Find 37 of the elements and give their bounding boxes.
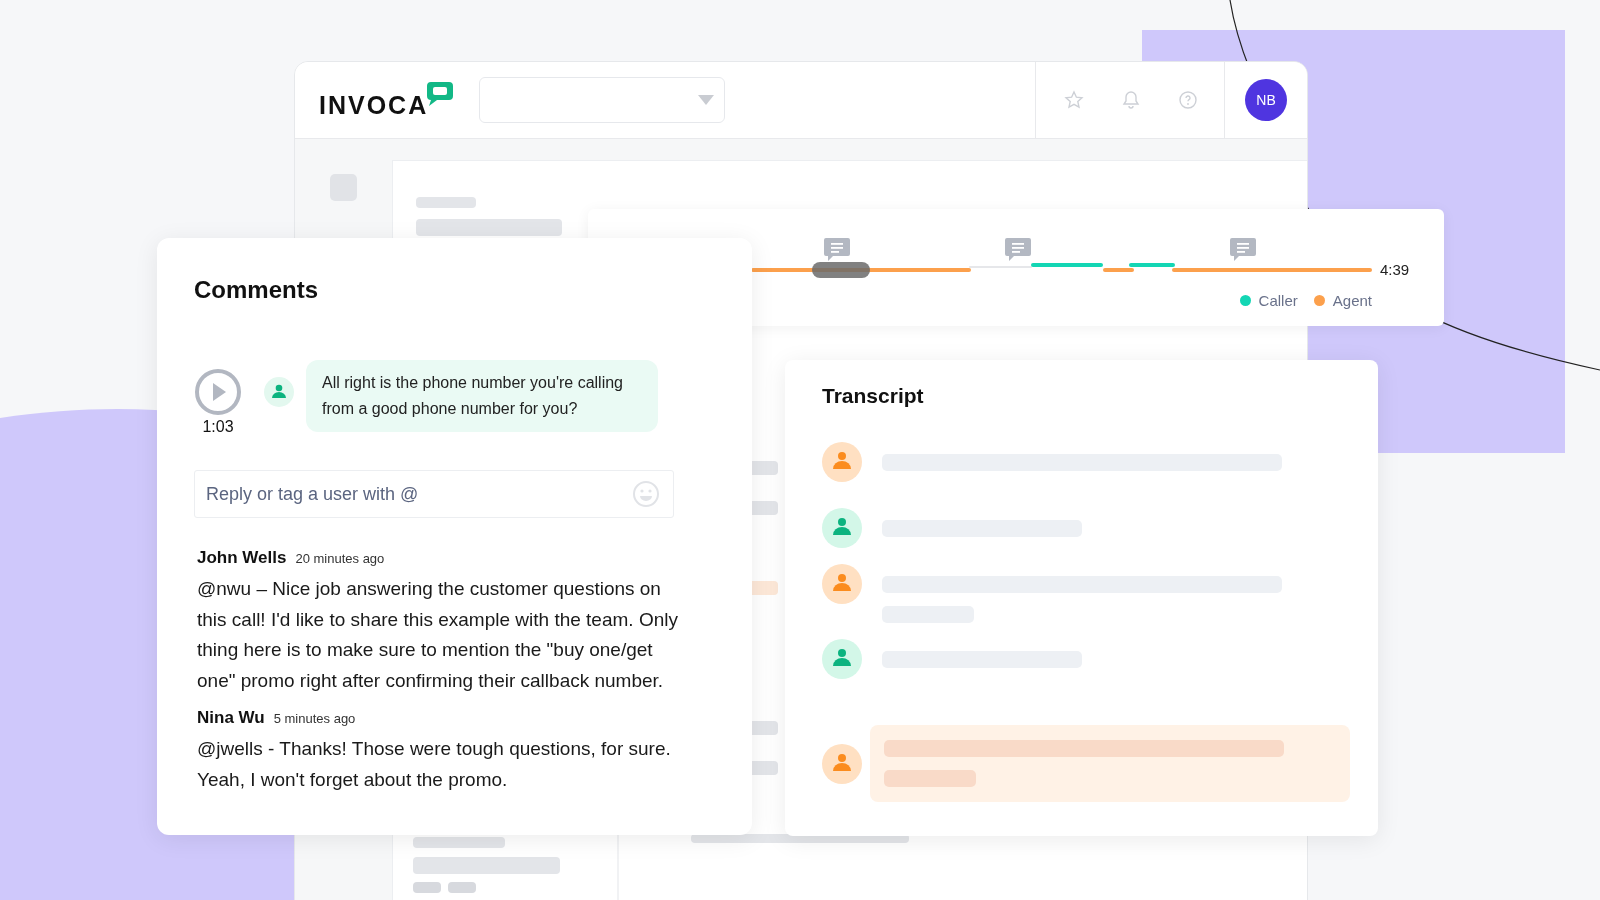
legend-label: Caller — [1258, 292, 1298, 309]
legend-label: Agent — [1332, 292, 1372, 309]
bell-icon[interactable] — [1122, 90, 1140, 110]
comment-author: John Wells — [197, 548, 287, 568]
person-icon — [264, 377, 294, 407]
person-icon — [822, 442, 862, 482]
comments-title: Comments — [194, 276, 320, 304]
star-icon[interactable] — [1064, 90, 1084, 110]
placeholder-bar — [416, 197, 476, 208]
comment-text: @jwells - Thanks! Those were tough questions, for sure. Yeah, I won't forget about the promo. — [197, 737, 672, 792]
user-avatar[interactable]: NB — [1245, 79, 1287, 121]
quote-bubble: All right is the phone number you're calling from a good phone number for you? — [306, 360, 658, 432]
speech-bubble-icon — [426, 80, 455, 107]
person-icon — [822, 639, 862, 679]
logo-text: INVOCA — [319, 90, 429, 120]
clip-timestamp: 1:03 — [202, 418, 234, 436]
person-icon — [822, 743, 862, 784]
reply-field[interactable]: Reply or tag a user with @ — [194, 470, 674, 518]
placeholder-bar — [448, 882, 476, 893]
help-icon[interactable] — [1178, 90, 1198, 110]
comment-time: 20 minutes ago — [295, 551, 385, 566]
comment-marker-icon[interactable] — [1005, 238, 1031, 261]
comment-text: @nwu – Nice job answering the customer questions on this call! I'd like to share this example with the team. Only thing here is to make sure to mention the "buy one/get one" promo right after confirming their callback number. — [197, 577, 679, 693]
placeholder-bar — [413, 882, 441, 893]
comment-author: Nina Wu — [197, 708, 265, 728]
comment-marker-icon[interactable] — [1230, 238, 1256, 261]
smiley-icon[interactable] — [632, 480, 660, 508]
dropdown-field[interactable] — [479, 77, 725, 123]
caret-icon — [698, 95, 714, 105]
transcript-title: Transcript — [822, 384, 925, 408]
comment-time: 5 minutes ago — [273, 711, 356, 726]
call-duration: 4:39 — [1380, 261, 1410, 278]
playhead-handle[interactable] — [812, 262, 870, 278]
person-icon — [822, 508, 862, 548]
comment-marker-icon[interactable] — [824, 238, 850, 261]
play-icon[interactable] — [194, 368, 242, 416]
person-icon — [822, 564, 862, 604]
